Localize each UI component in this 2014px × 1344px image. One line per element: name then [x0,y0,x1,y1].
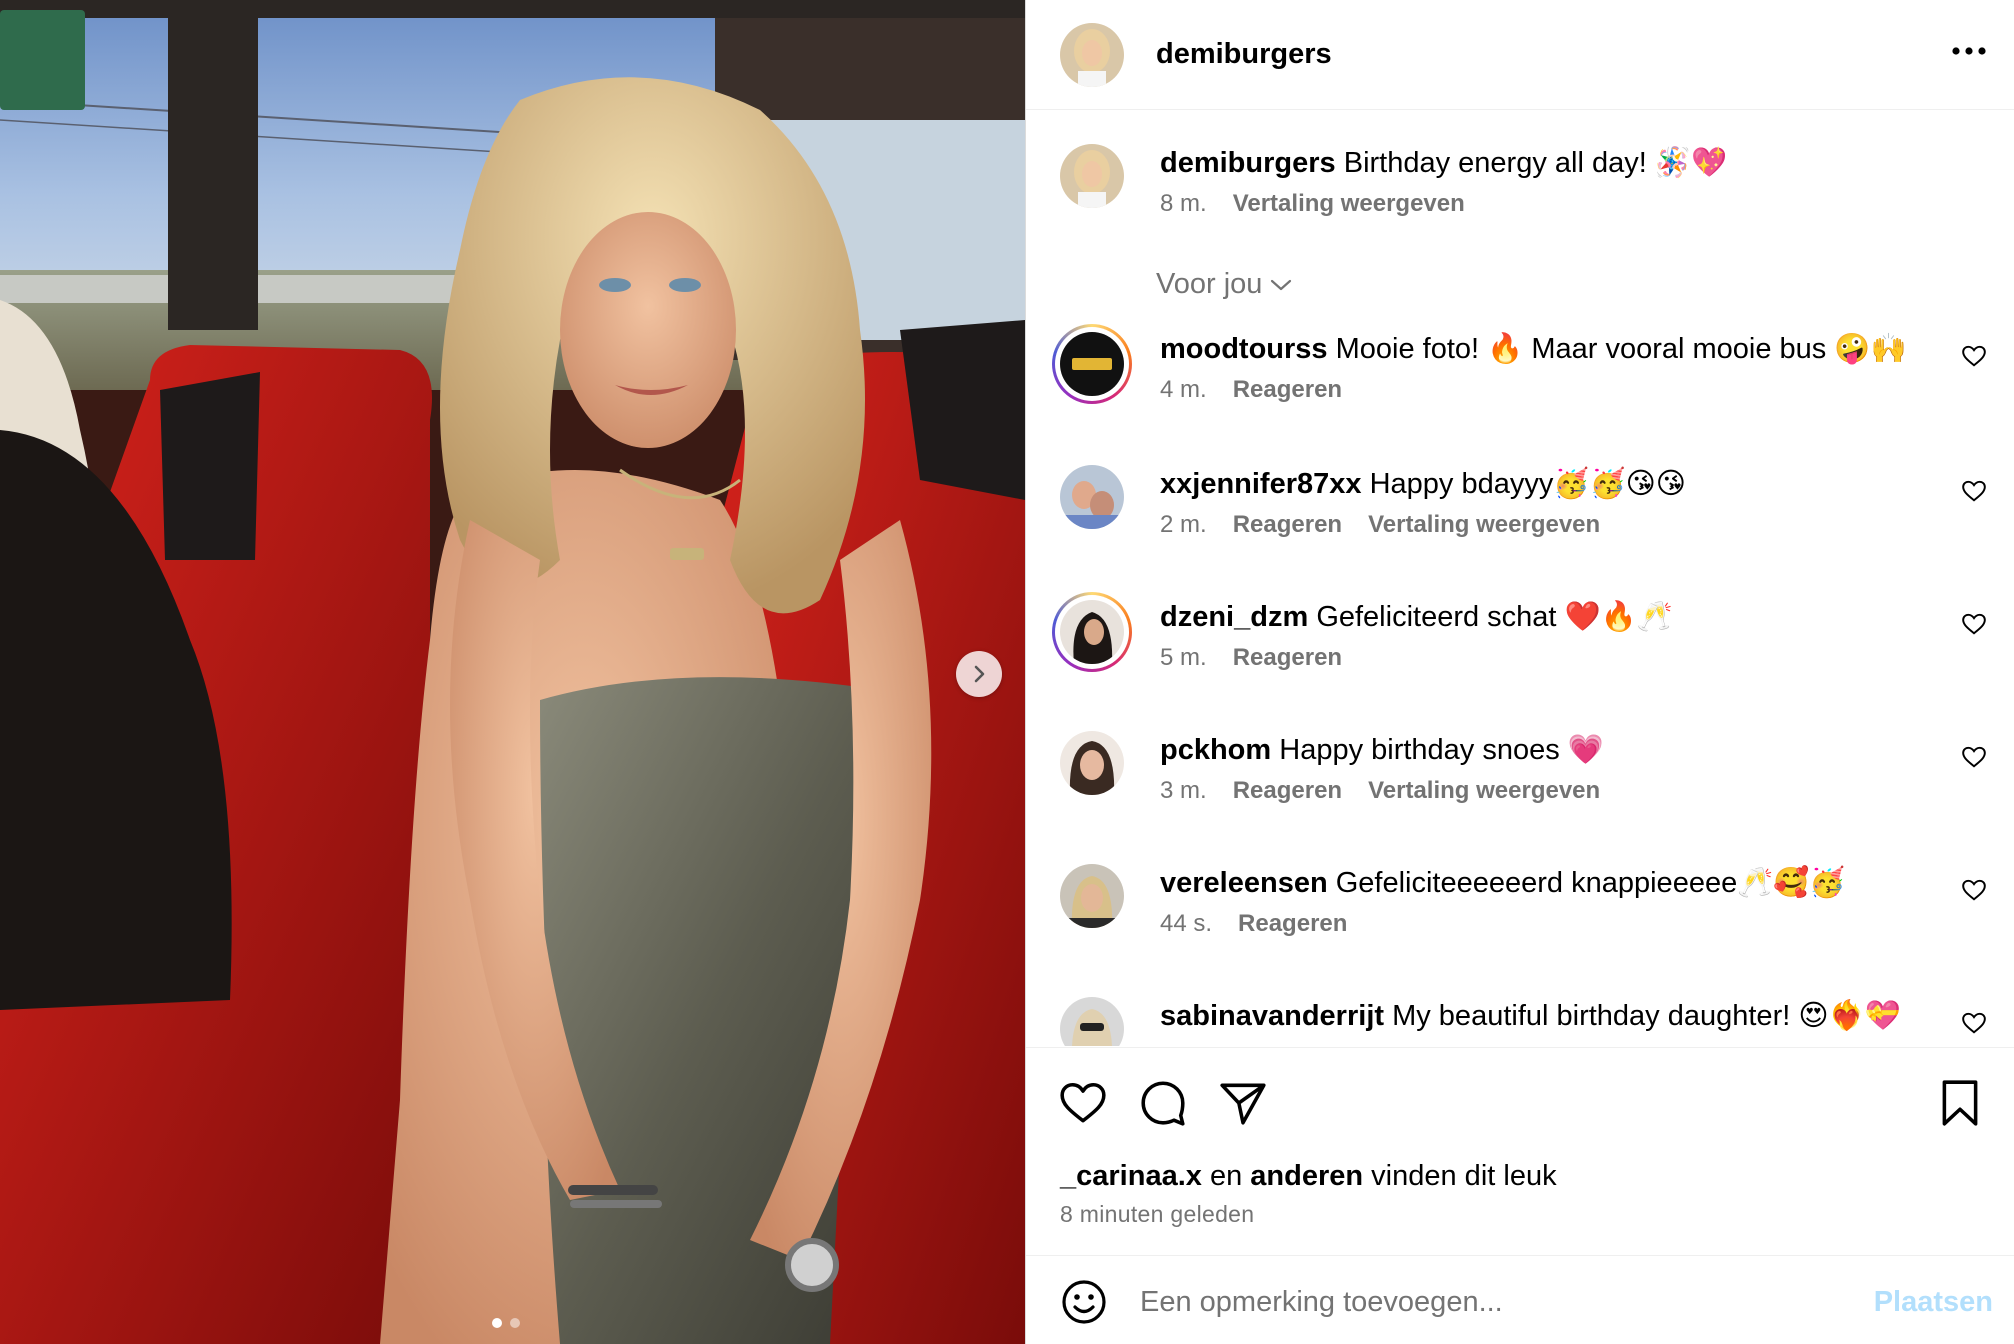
carousel-dot-1 [492,1318,502,1328]
comment-time[interactable]: 3 m. [1160,777,1207,805]
comment-text: Gefeliciteerd schat ❤️🔥🥂 [1316,601,1673,633]
comment-username[interactable]: dzeni_dzm [1160,601,1308,633]
translate-button[interactable]: Vertaling weergeven [1233,190,1465,218]
carousel-dot-2 [510,1318,520,1328]
comment-like-heart-icon[interactable] [1961,1010,1987,1036]
commenter-avatar[interactable] [1060,864,1124,928]
translate-button[interactable]: Vertaling weergeven [1368,511,1600,539]
comment-composer: Plaatsen [1026,1255,2014,1344]
comment-username[interactable]: moodtourss [1160,333,1328,365]
comment-text: My beautiful birthday daughter! 😍❤️‍🔥💝 [1392,1000,1901,1032]
post-comment-button[interactable]: Plaatsen [1874,1286,1993,1319]
comment-time[interactable]: 4 m. [1160,376,1207,404]
comment-text: Gefeliciteeeeeerd knappieeeee🥂🥰🥳 [1335,867,1846,899]
comment-text: Happy bdayyy🥳🥳😘😘 [1369,468,1687,500]
likes-summary: _carinaa.x en anderen vinden dit leuk [1060,1160,1557,1193]
comment-time[interactable]: 2 m. [1160,511,1207,539]
reply-button[interactable]: Reageren [1233,777,1342,805]
comment-like-heart-icon[interactable] [1961,343,1987,369]
carousel-next-button[interactable] [956,651,1002,697]
comment-icon[interactable] [1138,1078,1188,1128]
comment-time[interactable]: 5 m. [1160,644,1207,672]
commenter-avatar[interactable] [1060,600,1124,664]
likes-suffix: vinden dit leuk [1371,1160,1557,1192]
comment-input[interactable] [1140,1274,1840,1330]
chevron-down-icon [1271,279,1292,290]
author-username[interactable]: demiburgers [1156,38,1332,71]
reply-button[interactable]: Reageren [1233,644,1342,672]
comment-like-heart-icon[interactable] [1961,744,1987,770]
author-avatar[interactable] [1060,144,1124,208]
comments-list[interactable]: demiburgers Birthday energy all day! 🪅💖 … [1026,111,2014,1046]
reply-button[interactable]: Reageren [1238,910,1347,938]
send-icon[interactable] [1218,1078,1268,1128]
comment-username[interactable]: sabinavanderrijt [1160,1000,1384,1032]
liker-username[interactable]: _carinaa.x [1060,1160,1202,1192]
comment-sort-toggle[interactable]: Voor jou [1156,268,1292,301]
comment-text: Happy birthday snoes 💗 [1279,734,1604,766]
translate-button[interactable]: Vertaling weergeven [1368,777,1600,805]
comment-username[interactable]: pckhom [1160,734,1271,766]
reply-button[interactable]: Reageren [1233,511,1342,539]
likes-others-link[interactable]: anderen [1250,1160,1363,1192]
likes-connector: en [1209,1160,1243,1192]
commenter-avatar[interactable] [1060,731,1124,795]
comment-username[interactable]: xxjennifer87xx [1160,468,1362,500]
heart-icon[interactable] [1058,1078,1108,1128]
comment-username[interactable]: vereleensen [1160,867,1328,899]
chevron-right-icon [974,665,985,683]
caption-time[interactable]: 8 m. [1160,190,1207,218]
author-avatar[interactable] [1060,22,1124,87]
comment-like-heart-icon[interactable] [1961,478,1987,504]
commenter-avatar[interactable] [1060,997,1124,1046]
more-options-button[interactable] [1949,36,1989,66]
comment-time[interactable]: 44 s. [1160,910,1212,938]
post-details-pane: demiburgers demiburgers Birthday energy … [1025,0,2014,1344]
commenter-avatar[interactable] [1060,332,1124,396]
sort-label: Voor jou [1156,268,1263,300]
post-timestamp[interactable]: 8 minuten geleden [1060,1201,1254,1228]
commenter-avatar[interactable] [1060,465,1124,529]
emoji-icon[interactable] [1060,1278,1108,1326]
post-photo [0,0,1025,1344]
instagram-post-modal: demiburgers demiburgers Birthday energy … [0,0,2014,1344]
more-icon [1952,47,1986,55]
reply-button[interactable]: Reageren [1233,376,1342,404]
comment-text: Mooie foto! 🔥 Maar vooral mooie bus 🤪🙌 [1335,333,1907,365]
caption-text: Birthday energy all day! 🪅💖 [1343,147,1728,179]
comment-like-heart-icon[interactable] [1961,611,1987,637]
post-actions: _carinaa.x en anderen vinden dit leuk 8 … [1026,1047,2014,1255]
post-image-pane [0,0,1025,1344]
comment-like-heart-icon[interactable] [1961,877,1987,903]
post-header: demiburgers [1026,0,2014,110]
bookmark-icon[interactable] [1935,1078,1985,1128]
carousel-indicator [492,1318,520,1328]
caption-username[interactable]: demiburgers [1160,147,1336,179]
